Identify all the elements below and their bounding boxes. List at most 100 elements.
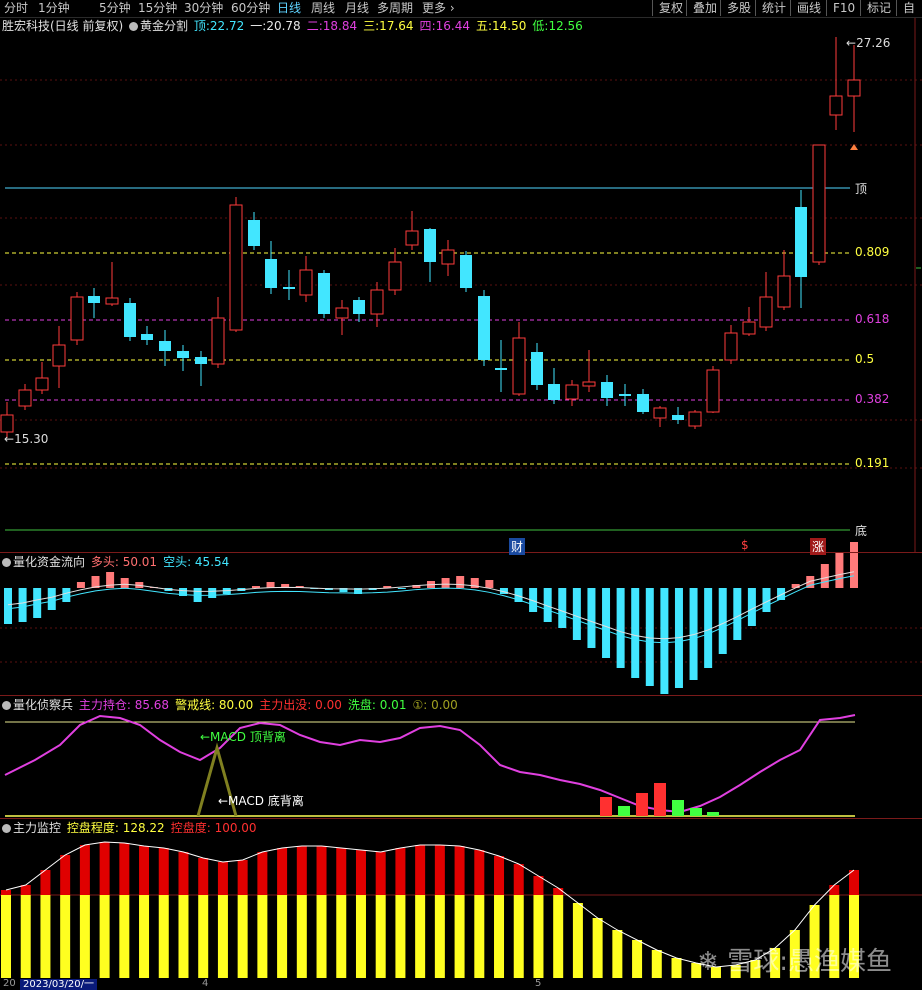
candle-body <box>195 357 207 364</box>
fund-flow-bar <box>850 542 858 588</box>
control-degree-yellow-bar <box>139 895 150 978</box>
legend-label: 空头: <box>163 555 192 569</box>
date-tick: 5 <box>535 978 542 989</box>
control-degree-red-bar <box>20 885 31 895</box>
control-degree-yellow-bar <box>434 895 445 978</box>
control-degree-yellow-bar <box>651 950 662 978</box>
main-holding-line <box>4 714 856 814</box>
scout-legend: 量化侦察兵 主力持仓: 85.68 警戒线: 80.00 主力出没: 0.00 洗盘:… <box>2 697 466 713</box>
control-degree-yellow-bar <box>316 895 327 978</box>
legend-value: 100.00 <box>210 821 257 835</box>
control-degree-yellow-bar <box>494 895 505 978</box>
control-degree-red-bar <box>1 890 11 895</box>
candle-body <box>105 297 119 305</box>
indicator-toggle-icon[interactable] <box>2 824 11 833</box>
candle-body <box>35 377 49 391</box>
legend-value: 128.22 <box>118 821 165 835</box>
legend-label: ①: <box>412 698 428 712</box>
control-degree-yellow-bar <box>99 895 110 978</box>
control-degree-yellow-bar <box>474 895 485 978</box>
fund-flow-bar <box>558 588 567 628</box>
legend-label: 主力持仓: <box>78 698 131 712</box>
legend-label: 控盘度: <box>170 821 211 835</box>
control-degree-red-bar <box>139 846 150 895</box>
candle-body <box>653 407 667 419</box>
dividend-marker[interactable]: $ <box>741 538 749 552</box>
legend-value: 50.01 <box>118 555 158 569</box>
fund-flow-bar <box>62 588 71 602</box>
fund-flow-bar <box>718 588 727 654</box>
candle-body <box>582 381 596 387</box>
legend-value: 0.01 <box>375 698 407 712</box>
indicator-toggle-icon[interactable] <box>2 701 11 710</box>
control-degree-red-bar <box>79 845 90 895</box>
fund-flow-bar <box>616 588 625 668</box>
fib-level-label: 0.5 <box>855 352 875 366</box>
candle-body <box>460 255 472 288</box>
panel-divider <box>0 818 922 819</box>
control-degree-red-bar <box>198 858 209 895</box>
candle-body <box>478 296 490 360</box>
control-degree-red-bar <box>434 845 445 895</box>
legend-label: 洗盘: <box>347 698 376 712</box>
scout-bar <box>707 812 719 816</box>
date-tick: 4 <box>202 978 209 989</box>
scout-title: 量化侦察兵 <box>13 698 74 712</box>
candle-body <box>601 382 613 398</box>
control-degree-yellow-bar <box>257 895 268 978</box>
candle-body <box>70 296 84 341</box>
candle-body <box>370 289 384 315</box>
control-degree-red-bar <box>533 876 544 895</box>
candle-body <box>335 307 349 319</box>
fund-flow-bar <box>660 588 669 694</box>
legend-value: 0.00 <box>311 698 342 712</box>
fib-level-label: 0.191 <box>855 456 890 470</box>
finance-marker[interactable]: 财 <box>509 538 526 555</box>
control-degree-yellow-bar <box>40 895 51 978</box>
indicator-toggle-icon[interactable] <box>2 558 11 567</box>
candle-body <box>548 384 560 400</box>
fund-flow-bar <box>733 588 742 640</box>
candle-body <box>688 411 702 427</box>
control-degree-red-bar <box>553 888 564 895</box>
scout-bar <box>600 797 612 816</box>
legend-label: 控盘程度: <box>66 821 119 835</box>
legend-value: 85.68 <box>130 698 170 712</box>
candle-body <box>318 273 330 314</box>
candle-body <box>0 414 14 433</box>
candle-body <box>88 296 100 303</box>
control-degree-yellow-bar <box>572 903 583 978</box>
control-degree-red-bar <box>454 846 465 895</box>
candle-body <box>353 300 365 314</box>
kline-chart[interactable] <box>0 0 922 990</box>
control-degree-yellow-bar <box>454 895 465 978</box>
fund-flow-bar <box>4 588 12 624</box>
control-degree-red-bar <box>395 848 406 895</box>
date-axis: 20 4 5 <box>0 978 922 990</box>
fund-flow-bar <box>631 588 640 678</box>
fund-flow-bar <box>456 576 465 588</box>
candle-body <box>405 230 419 246</box>
candle-body <box>265 259 277 288</box>
control-degree-red-bar <box>355 850 366 895</box>
arrow-left-icon: ← <box>846 36 857 50</box>
control-degree-red-bar <box>277 848 288 895</box>
snowball-logo-icon: ❄ <box>697 947 719 977</box>
candle-body <box>724 332 738 361</box>
candle-body <box>777 275 791 308</box>
fund-flow-bar <box>397 588 406 589</box>
candle-body <box>52 344 66 367</box>
candle-body <box>124 303 136 337</box>
control-degree-red-bar <box>217 862 228 895</box>
xueqiu-watermark: ❄ 雪球:愚渔媒鱼 <box>697 941 892 978</box>
fund-flow-bar <box>47 588 56 610</box>
panel-divider <box>0 695 922 696</box>
rise-marker[interactable]: 涨 <box>810 538 827 555</box>
fund-flow-bar <box>208 588 217 598</box>
fund-flow-bar <box>602 588 611 658</box>
control-degree-yellow-bar <box>375 895 386 978</box>
control-degree-yellow-bar <box>20 895 31 978</box>
control-degree-red-bar <box>237 860 248 895</box>
candle-body <box>759 296 773 328</box>
candle-body <box>512 337 526 395</box>
